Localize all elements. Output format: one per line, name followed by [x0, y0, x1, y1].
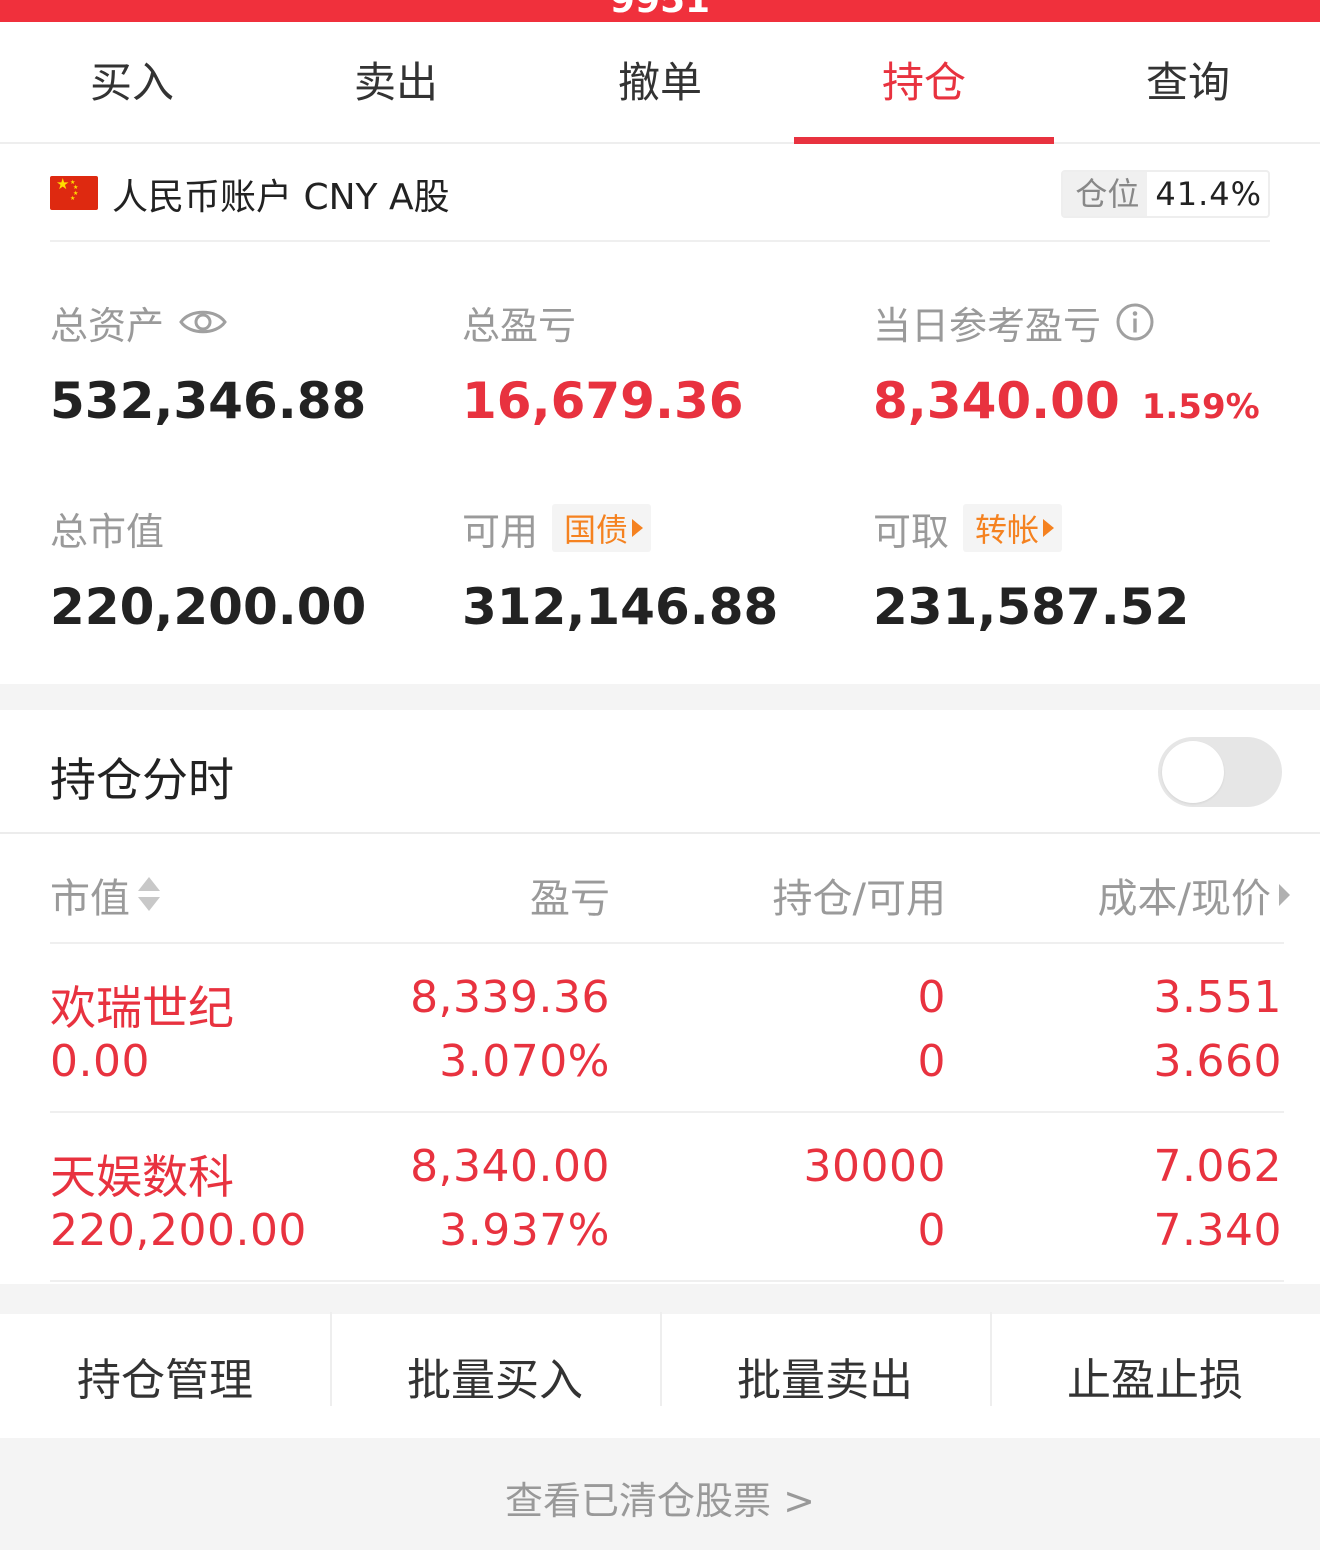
china-flag-icon: ★ ★ ★ ★ ★	[50, 176, 98, 210]
tab-holdings[interactable]: 持仓	[792, 22, 1056, 144]
triangle-right-icon	[1279, 884, 1290, 906]
treasury-bond-label: 国债	[564, 511, 629, 549]
daily-pl-value: 8,340.00	[873, 372, 1120, 430]
total-pl-value: 16,679.36	[462, 372, 744, 430]
stock-available: 0	[917, 1036, 946, 1087]
daily-pl-percent: 1.59%	[1141, 387, 1260, 427]
stock-market-value: 220,200.00	[50, 1205, 307, 1256]
stock-cost: 3.551	[1153, 972, 1282, 1023]
bottom-actions: 持仓管理 批量买入 批量卖出 止盈止损	[0, 1312, 1320, 1438]
header-pl: 盈亏	[530, 866, 610, 924]
available-value: 312,146.88	[462, 578, 779, 636]
tab-query[interactable]: 查询	[1056, 22, 1320, 142]
withdrawable-cell: 可取 转帐 231,587.52	[873, 500, 1189, 636]
section-divider	[0, 1284, 1320, 1314]
table-header: 市值 盈亏 持仓/可用 成本/现价	[50, 836, 1290, 944]
total-assets-label: 总资产	[50, 303, 165, 348]
trade-tabs: 买入 卖出 撤单 持仓 查询	[0, 22, 1320, 144]
stock-cost: 7.062	[1153, 1141, 1282, 1192]
position-ratio-badge: 仓位 41.4%	[1061, 170, 1270, 218]
stock-name: 天娱数科	[50, 1150, 234, 1204]
daily-pl-cell: 当日参考盈亏 8,340.00 1.59%	[873, 294, 1260, 430]
triangle-right-icon	[1043, 519, 1055, 537]
tab-sell[interactable]: 卖出	[264, 22, 528, 142]
section-divider	[0, 684, 1320, 710]
tab-cancel-order[interactable]: 撤单	[528, 22, 792, 142]
stock-pl: 8,339.36	[410, 972, 610, 1023]
position-value: 41.4%	[1155, 175, 1262, 213]
stock-pl-percent: 3.937%	[439, 1205, 610, 1256]
header-market-value-label: 市值	[50, 876, 130, 922]
manage-holdings-button[interactable]: 持仓管理	[0, 1344, 330, 1408]
status-bar-text: 9951	[609, 0, 711, 21]
stock-price: 7.340	[1153, 1205, 1282, 1256]
stock-market-value: 0.00	[50, 1036, 150, 1087]
available-label: 可用	[462, 509, 539, 554]
market-value-label: 总市值	[50, 509, 165, 554]
stop-profit-loss-button[interactable]: 止盈止损	[990, 1312, 1320, 1408]
batch-buy-button[interactable]: 批量买入	[330, 1312, 660, 1408]
header-holding: 持仓/可用	[773, 866, 946, 924]
treasury-bond-button[interactable]: 国债	[552, 504, 652, 552]
available-cell: 可用 国债 312,146.88	[462, 500, 778, 636]
header-holding-label: 持仓/可用	[772, 876, 946, 922]
stock-pl-percent: 3.070%	[439, 1036, 610, 1087]
asset-summary: 总资产 532,346.88 总盈亏 16,679.36 当日参考盈亏 8,34…	[0, 244, 1320, 684]
total-pl-cell: 总盈亏 16,679.36	[462, 294, 744, 431]
transfer-label: 转帐	[975, 511, 1040, 549]
eye-icon[interactable]	[178, 306, 228, 338]
holdings-timing-row: 持仓分时	[0, 710, 1320, 834]
holdings-table: 市值 盈亏 持仓/可用 成本/现价 欢瑞世纪 0.00 8,339.36 3.0…	[50, 836, 1290, 1282]
view-cleared-stocks-link[interactable]: 查看已清仓股票 >	[0, 1438, 1320, 1550]
header-pl-label: 盈亏	[530, 876, 610, 922]
holdings-timing-title: 持仓分时	[50, 753, 234, 807]
total-assets-cell: 总资产 532,346.88	[50, 294, 367, 431]
triangle-right-icon	[632, 519, 644, 537]
table-row[interactable]: 天娱数科 220,200.00 8,340.00 3.937% 30000 0 …	[50, 1113, 1284, 1282]
market-value-value: 220,200.00	[50, 578, 367, 636]
sort-icon[interactable]	[138, 875, 160, 915]
stock-available: 0	[917, 1205, 946, 1256]
batch-sell-button[interactable]: 批量卖出	[660, 1312, 990, 1408]
header-market-value[interactable]: 市值	[50, 866, 160, 924]
account-name: 人民币账户 CNY A股	[112, 177, 450, 218]
total-pl-label: 总盈亏	[462, 303, 577, 348]
stock-pl: 8,340.00	[410, 1141, 610, 1192]
status-bar: 9951	[0, 0, 1320, 22]
info-icon[interactable]	[1115, 302, 1155, 342]
account-row: ★ ★ ★ ★ ★ 人民币账户 CNY A股 仓位 41.4%	[50, 146, 1270, 242]
toggle-knob	[1162, 741, 1224, 803]
table-row[interactable]: 欢瑞世纪 0.00 8,339.36 3.070% 0 0 3.551 3.66…	[50, 944, 1284, 1113]
total-assets-value: 532,346.88	[50, 372, 367, 430]
transfer-button[interactable]: 转帐	[963, 504, 1063, 552]
market-value-cell: 总市值 220,200.00	[50, 500, 367, 637]
position-label: 仓位	[1063, 172, 1148, 216]
tab-buy[interactable]: 买入	[0, 22, 264, 142]
holdings-timing-toggle[interactable]	[1158, 737, 1282, 807]
withdrawable-label: 可取	[873, 509, 950, 554]
stock-price: 3.660	[1153, 1036, 1282, 1087]
daily-pl-label: 当日参考盈亏	[873, 303, 1102, 348]
header-cost-label: 成本/现价	[1097, 876, 1271, 922]
withdrawable-value: 231,587.52	[873, 578, 1190, 636]
stock-name: 欢瑞世纪	[50, 981, 234, 1035]
header-cost[interactable]: 成本/现价	[1098, 866, 1290, 924]
stock-holding: 30000	[803, 1141, 946, 1192]
stock-holding: 0	[917, 972, 946, 1023]
